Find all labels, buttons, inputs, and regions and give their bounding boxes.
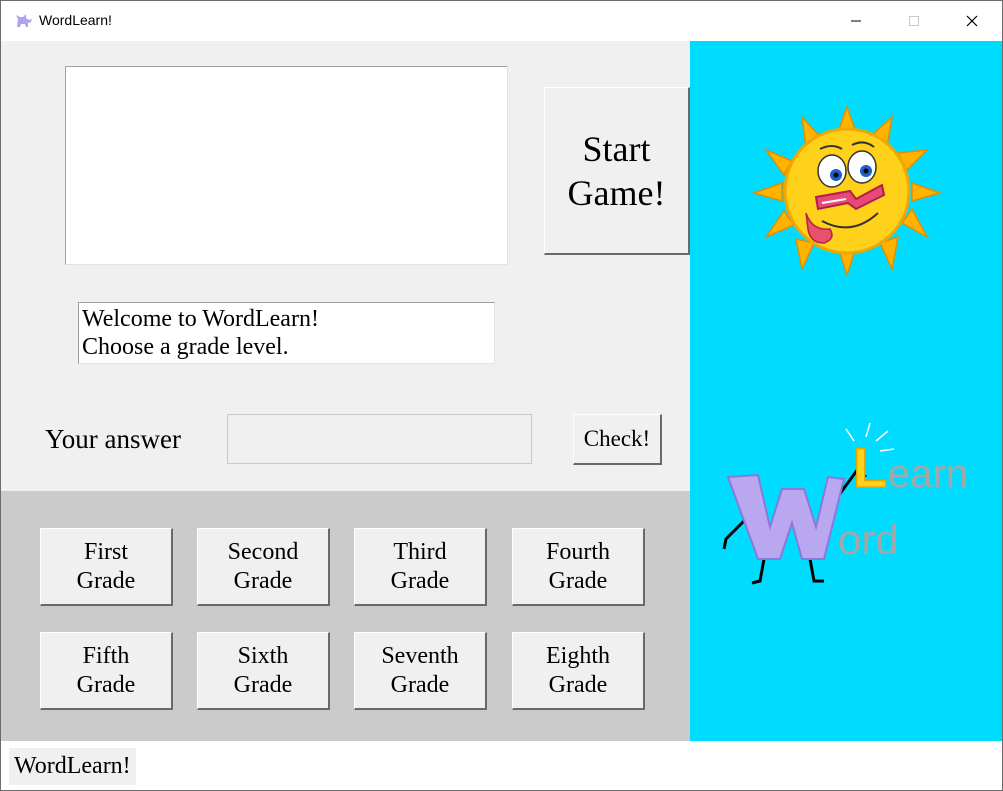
answer-input[interactable]: [227, 414, 532, 464]
grade-button-line2: Grade: [548, 567, 608, 594]
message-line-2: Choose a grade level.: [82, 334, 289, 360]
grade-button-line1: Sixth: [237, 642, 289, 669]
grade-button-fourth[interactable]: Fourth Grade: [512, 528, 645, 606]
minimize-icon: [851, 20, 861, 22]
status-label: WordLearn!: [9, 748, 136, 785]
logo-text-earn: earn: [888, 452, 968, 496]
message-line-1: Welcome to WordLearn!: [82, 306, 319, 332]
grade-button-sixth[interactable]: Sixth Grade: [197, 632, 330, 710]
logo-letter-l: L: [853, 436, 887, 499]
logo-letter-w: W: [718, 419, 719, 420]
status-bar: WordLearn!: [1, 741, 1002, 790]
app-window: WordLearn! Start Game! Welcome to WordLe…: [0, 0, 1003, 791]
title-bar[interactable]: WordLearn!: [1, 1, 1002, 41]
start-button-line2: Game!: [567, 172, 666, 213]
start-button-line1: Start: [582, 128, 651, 169]
grade-button-seventh[interactable]: Seventh Grade: [354, 632, 487, 710]
game-panel: Start Game! Welcome to WordLearn! Choose…: [1, 41, 690, 491]
grade-button-first[interactable]: First Grade: [40, 528, 173, 606]
message-box: Welcome to WordLearn! Choose a grade lev…: [78, 302, 495, 364]
maximize-button[interactable]: [885, 1, 943, 41]
grade-button-line1: Second: [227, 538, 299, 565]
grade-button-line2: Grade: [76, 671, 136, 698]
sun-mascot-icon: [752, 105, 942, 275]
grade-panel: First Grade Second Grade Third Grade Fou…: [1, 491, 690, 741]
grade-button-eighth[interactable]: Eighth Grade: [512, 632, 645, 710]
grade-button-line1: Fourth: [545, 538, 610, 565]
check-button[interactable]: Check!: [573, 414, 662, 465]
grade-button-line1: Third: [393, 538, 447, 565]
minimize-button[interactable]: [827, 1, 885, 41]
grade-button-second[interactable]: Second Grade: [197, 528, 330, 606]
word-display: [65, 66, 508, 265]
grade-button-line2: Grade: [233, 567, 293, 594]
answer-label: Your answer: [45, 424, 182, 454]
window-title: WordLearn!: [39, 12, 112, 28]
close-button[interactable]: [943, 1, 1001, 41]
grade-button-line1: First: [83, 538, 128, 565]
side-panel: L earn ord W: [690, 41, 1002, 741]
grade-button-line2: Grade: [390, 671, 450, 698]
logo-text-ord: ord: [838, 516, 899, 563]
start-game-button[interactable]: Start Game!: [544, 87, 690, 255]
grade-button-third[interactable]: Third Grade: [354, 528, 487, 606]
grade-button-line2: Grade: [548, 671, 608, 698]
grade-button-line2: Grade: [76, 567, 136, 594]
grade-button-line2: Grade: [233, 671, 293, 698]
wordlearn-logo-icon: L earn ord W: [718, 419, 968, 585]
grade-button-line1: Fifth: [82, 642, 130, 669]
grade-button-line2: Grade: [390, 567, 450, 594]
grade-button-line1: Eighth: [546, 642, 610, 669]
cat-icon: [16, 14, 32, 27]
close-icon: [966, 15, 978, 27]
maximize-icon: [909, 16, 919, 26]
grade-button-line1: Seventh: [381, 642, 459, 669]
grade-button-fifth[interactable]: Fifth Grade: [40, 632, 173, 710]
